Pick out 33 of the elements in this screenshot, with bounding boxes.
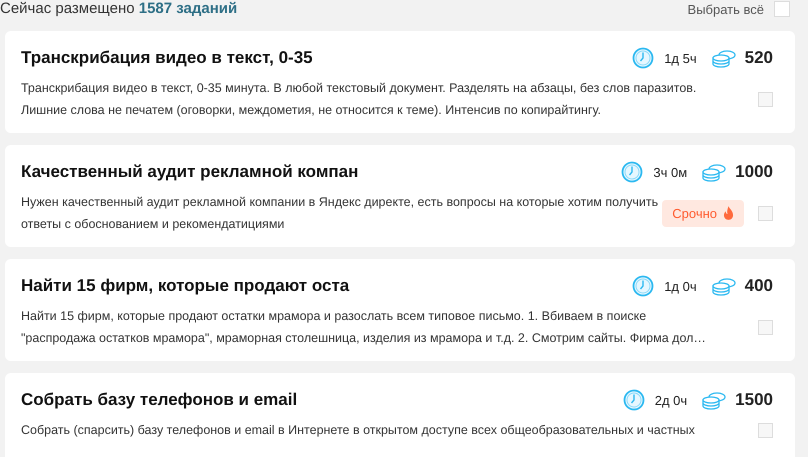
select-all-label: Выбрать всё xyxy=(688,2,764,16)
task-description: Собрать (спарсить) базу телефонов и email в Интернете в открытом доступе всех общеобразовательных и частных xyxy=(21,422,696,439)
coins-icon xyxy=(701,390,728,410)
task-description: Нужен качественный аудит рекламной компании в Яндекс директе, есть вопросы на которые хотим получить ответы с обоснованием и рекомендатициями xyxy=(21,194,660,233)
deadline-text: 3ч 0м xyxy=(653,164,688,180)
task-checkbox[interactable] xyxy=(758,422,773,438)
task-checkbox[interactable] xyxy=(758,206,773,220)
price-text: 1500 xyxy=(735,390,773,410)
price-text: 1000 xyxy=(735,162,773,182)
task-title[interactable]: Транскрибация видео в текст, 0-35 xyxy=(21,48,313,68)
tasks-count-text: Сейчас размещено 1587 заданий xyxy=(0,0,238,18)
coins-icon xyxy=(701,162,728,182)
price-text: 400 xyxy=(744,276,773,296)
clock-icon xyxy=(632,47,654,69)
clock-icon xyxy=(622,389,645,411)
task-description: Транскрибация видео в текст, 0-35 минута. В любой текстовый документ. Разделять на абзацы, без слов паразитов. Лишние слова не печатем (оговорки, междометия, не относится к теме). Интенсив по копирайтингу. xyxy=(21,80,698,119)
deadline-text: 2д 0ч xyxy=(654,392,688,408)
task-description: Найти 15 фирм, которые продают остатки мрамора и разослать всем типовое письмо. 1. Вбиваем в поиске "распродажа остатков мрамора", мраморная столешница, изделия из мрамора и т.д. 2. Смотрим сайты. Фирма дол… xyxy=(21,308,707,347)
deadline-text: 1д 0ч xyxy=(664,278,697,294)
task-title[interactable]: Качественный аудит рекламной компан xyxy=(21,162,358,182)
clock-icon xyxy=(632,275,654,297)
task-checkbox[interactable] xyxy=(758,92,773,106)
select-all-checkbox[interactable] xyxy=(774,1,790,17)
task-title[interactable]: Найти 15 фирм, которые продают оста xyxy=(21,276,350,296)
task-title[interactable]: Собрать базу телефонов и email xyxy=(21,390,298,410)
price-text: 520 xyxy=(744,48,773,68)
deadline-text: 1д 5ч xyxy=(664,50,697,66)
urgent-badge: Срочно xyxy=(662,200,744,226)
coins-icon xyxy=(710,276,737,296)
coins-icon xyxy=(710,48,737,68)
clock-icon xyxy=(621,161,644,183)
flame-icon xyxy=(723,206,734,220)
task-checkbox[interactable] xyxy=(758,320,773,334)
